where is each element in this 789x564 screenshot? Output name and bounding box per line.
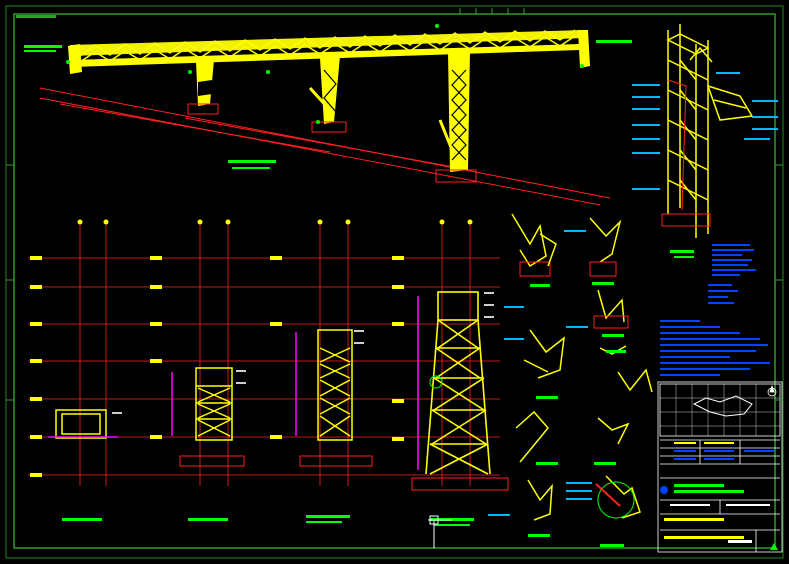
sheet-title-tag — [16, 15, 56, 18]
sheet-background — [0, 0, 789, 564]
cad-drawing-sheet — [0, 0, 789, 564]
